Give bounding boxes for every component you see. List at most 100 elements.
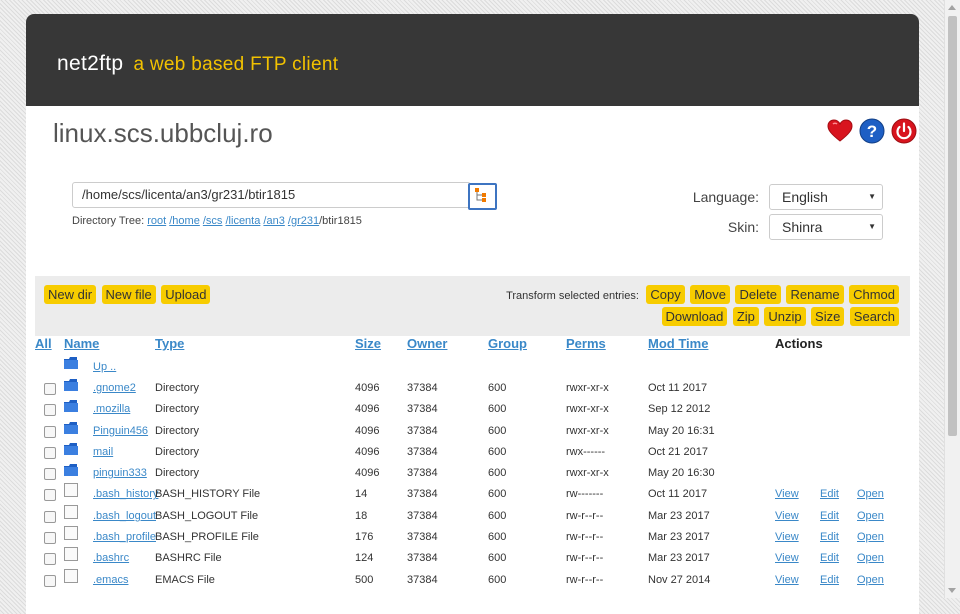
crumb-gr231[interactable]: /gr231 bbox=[288, 215, 319, 227]
brand-tagline: a web based FTP client bbox=[133, 54, 339, 75]
file-name-link[interactable]: .gnome2 bbox=[93, 382, 136, 394]
file-mtime: Mar 23 2017 bbox=[648, 552, 710, 565]
dirtree-label: Directory Tree: bbox=[72, 215, 145, 227]
crumb-current: /btir1815 bbox=[319, 215, 362, 227]
file-owner: 37384 bbox=[407, 573, 438, 586]
delete-button[interactable]: Delete bbox=[735, 285, 782, 304]
sort-size-link[interactable]: Size bbox=[355, 336, 381, 351]
path-input[interactable]: /home/scs/licenta/an3/gr231/btir1815 bbox=[72, 182, 471, 208]
download-button[interactable]: Download bbox=[661, 307, 728, 326]
file-type: Directory bbox=[155, 467, 200, 480]
crumb-licenta[interactable]: /licenta bbox=[226, 215, 261, 227]
size-button[interactable]: Size bbox=[811, 307, 845, 326]
up-link[interactable]: Up .. bbox=[93, 361, 116, 373]
file-name-link[interactable]: .bash_logout bbox=[93, 510, 156, 522]
view-link[interactable]: View bbox=[775, 488, 799, 500]
row-checkbox[interactable] bbox=[44, 489, 56, 502]
file-type: Directory bbox=[155, 445, 200, 458]
zip-button[interactable]: Zip bbox=[732, 307, 759, 326]
file-name-link[interactable]: mail bbox=[93, 446, 113, 458]
upload-button[interactable]: Upload bbox=[161, 285, 211, 304]
folder-icon bbox=[64, 421, 78, 435]
row-checkbox[interactable] bbox=[44, 446, 56, 459]
sort-name-link[interactable]: Name bbox=[64, 336, 99, 351]
table-row: .bash_history BASH_HISTORY File 14 37384 600… bbox=[35, 483, 910, 505]
row-checkbox[interactable] bbox=[44, 574, 56, 587]
view-link[interactable]: View bbox=[775, 552, 799, 564]
rename-button[interactable]: Rename bbox=[786, 285, 844, 304]
new-dir-button[interactable]: New dir bbox=[44, 285, 97, 304]
edit-link[interactable]: Edit bbox=[820, 552, 839, 564]
language-label: Language: bbox=[692, 189, 759, 205]
file-type: Directory bbox=[155, 382, 200, 394]
edit-link[interactable]: Edit bbox=[820, 488, 839, 500]
folder-icon bbox=[64, 399, 78, 413]
sort-perms-link[interactable]: Perms bbox=[566, 336, 606, 351]
file-owner: 37384 bbox=[407, 382, 438, 394]
table-row: Pinguin456 Directory 4096 37384 600 rwxr-xr-x… bbox=[35, 421, 910, 442]
open-link[interactable]: Open bbox=[857, 510, 884, 522]
sort-owner-link[interactable]: Owner bbox=[407, 336, 447, 351]
crumb-an3[interactable]: /an3 bbox=[263, 215, 284, 227]
view-link[interactable]: View bbox=[775, 531, 799, 543]
copy-button[interactable]: Copy bbox=[646, 285, 685, 304]
sort-type-link[interactable]: Type bbox=[155, 336, 184, 351]
file-name-link[interactable]: .bashrc bbox=[93, 552, 129, 564]
row-checkbox[interactable] bbox=[44, 532, 56, 545]
unzip-button[interactable]: Unzip bbox=[764, 307, 806, 326]
directory-tree-button[interactable] bbox=[468, 183, 497, 210]
file-name-link[interactable]: .mozilla bbox=[93, 403, 130, 415]
row-checkbox[interactable] bbox=[44, 553, 56, 566]
file-name-link[interactable]: pinguin333 bbox=[93, 467, 147, 479]
page-scrollbar[interactable] bbox=[944, 0, 960, 598]
crumb-root[interactable]: root bbox=[147, 215, 166, 227]
search-button[interactable]: Search bbox=[849, 307, 899, 326]
view-link[interactable]: View bbox=[775, 574, 799, 586]
brand-logo: net2ftp a web based FTP client bbox=[57, 52, 338, 76]
host-bar: linux.scs.ubbcluj.ro ? bbox=[26, 106, 919, 176]
file-name-link[interactable]: .bash_history bbox=[93, 488, 158, 500]
new-file-button[interactable]: New file bbox=[101, 285, 156, 304]
file-type: Directory bbox=[155, 424, 200, 437]
view-link[interactable]: View bbox=[775, 510, 799, 522]
file-name-link[interactable]: Pinguin456 bbox=[93, 425, 148, 437]
power-icon[interactable] bbox=[891, 118, 917, 144]
scroll-up-arrow-icon[interactable] bbox=[948, 5, 956, 10]
move-button[interactable]: Move bbox=[690, 285, 730, 304]
select-all-link[interactable]: All bbox=[35, 336, 52, 351]
skin-select[interactable]: Shinra ▼ bbox=[769, 214, 883, 240]
crumb-scs[interactable]: /scs bbox=[203, 215, 223, 227]
sort-mtime-link[interactable]: Mod Time bbox=[648, 336, 708, 351]
sort-group-link[interactable]: Group bbox=[488, 336, 527, 351]
file-icon bbox=[64, 483, 78, 498]
file-icon bbox=[64, 526, 78, 541]
open-link[interactable]: Open bbox=[857, 574, 884, 586]
file-owner: 37384 bbox=[407, 531, 438, 544]
chmod-button[interactable]: Chmod bbox=[849, 285, 899, 304]
open-link[interactable]: Open bbox=[857, 531, 884, 543]
file-mtime: Oct 11 2017 bbox=[648, 382, 708, 394]
scroll-down-arrow-icon[interactable] bbox=[948, 588, 956, 593]
row-checkbox[interactable] bbox=[44, 425, 56, 438]
scrollbar-thumb[interactable] bbox=[948, 16, 957, 436]
open-link[interactable]: Open bbox=[857, 552, 884, 564]
language-select[interactable]: English ▼ bbox=[769, 184, 883, 210]
row-checkbox[interactable] bbox=[44, 383, 56, 395]
edit-link[interactable]: Edit bbox=[820, 574, 839, 586]
file-group: 600 bbox=[488, 382, 507, 394]
edit-link[interactable]: Edit bbox=[820, 510, 839, 522]
table-row: .bash_profile BASH_PROFILE File 176 37384 60… bbox=[35, 526, 910, 548]
row-checkbox[interactable] bbox=[44, 404, 56, 417]
crumb-home[interactable]: /home bbox=[169, 215, 200, 227]
file-name-link[interactable]: .bash_profile bbox=[93, 531, 156, 543]
row-checkbox[interactable] bbox=[44, 510, 56, 523]
open-link[interactable]: Open bbox=[857, 488, 884, 500]
file-name-link[interactable]: .emacs bbox=[93, 574, 128, 586]
skin-value: Shinra bbox=[782, 219, 823, 235]
table-row: .bash_logout BASH_LOGOUT File 18 37384 600 rw… bbox=[35, 504, 910, 527]
help-icon[interactable]: ? bbox=[859, 118, 885, 144]
heart-icon[interactable] bbox=[827, 118, 853, 144]
edit-link[interactable]: Edit bbox=[820, 531, 839, 543]
table-row: .emacs EMACS File 500 37384 600 rw-r--r-- Nov … bbox=[35, 568, 910, 591]
row-checkbox[interactable] bbox=[44, 468, 56, 481]
